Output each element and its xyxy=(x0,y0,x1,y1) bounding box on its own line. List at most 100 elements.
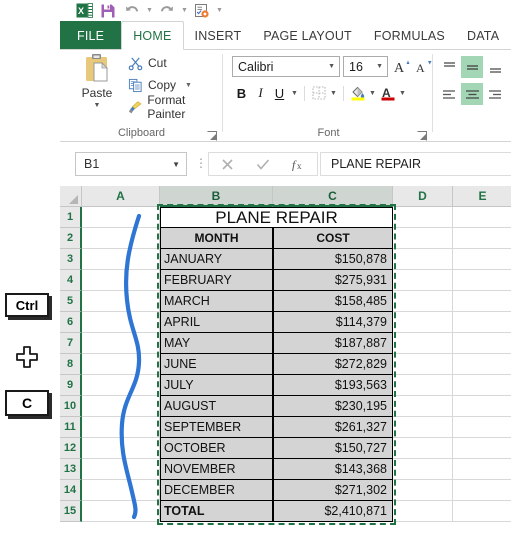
row-header-7[interactable]: 7 xyxy=(60,333,82,354)
column-header-d[interactable]: D xyxy=(393,186,453,207)
cut-button[interactable]: Cut xyxy=(128,53,167,73)
font-size-input[interactable]: 16 ▼ xyxy=(343,56,388,77)
cell-D6[interactable] xyxy=(393,312,453,333)
cell-E2[interactable] xyxy=(453,228,511,249)
cell-D7[interactable] xyxy=(393,333,453,354)
paste-dropdown-icon[interactable]: ▼ xyxy=(94,102,101,109)
cell-A8[interactable] xyxy=(82,354,160,375)
top-align-button[interactable] xyxy=(438,56,460,78)
cell-E7[interactable] xyxy=(453,333,511,354)
cell-E14[interactable] xyxy=(453,480,511,501)
underline-button[interactable]: U xyxy=(270,83,289,103)
cell-cost-may[interactable]: $187,887 xyxy=(273,333,393,354)
tab-file[interactable]: FILE xyxy=(60,21,122,50)
cell-E6[interactable] xyxy=(453,312,511,333)
cell-E15[interactable] xyxy=(453,501,511,522)
column-header-a[interactable]: A xyxy=(82,186,160,207)
insert-function-icon[interactable]: f x xyxy=(285,153,313,175)
cell-A13[interactable] xyxy=(82,459,160,480)
row-header-15[interactable]: 15 xyxy=(60,501,82,522)
font-name-dropdown-icon[interactable]: ▼ xyxy=(328,63,335,70)
cell-month-june[interactable]: JUNE xyxy=(160,354,273,375)
cell-cost-july[interactable]: $193,563 xyxy=(273,375,393,396)
column-header-e[interactable]: E xyxy=(453,186,511,207)
font-color-button[interactable]: A xyxy=(378,83,397,103)
row-header-9[interactable]: 9 xyxy=(60,375,82,396)
cell-D8[interactable] xyxy=(393,354,453,375)
cell-A14[interactable] xyxy=(82,480,160,501)
font-size-dropdown-icon[interactable]: ▼ xyxy=(376,63,383,70)
font-name-input[interactable]: Calibri ▼ xyxy=(232,56,340,77)
cell-E5[interactable] xyxy=(453,291,511,312)
cell-D4[interactable] xyxy=(393,270,453,291)
bold-button[interactable]: B xyxy=(232,83,251,103)
undo-icon[interactable] xyxy=(121,1,143,21)
cell-A7[interactable] xyxy=(82,333,160,354)
cell-cost-december[interactable]: $271,302 xyxy=(273,480,393,501)
tab-page-layout[interactable]: PAGE LAYOUT xyxy=(252,21,363,50)
cell-month-february[interactable]: FEBRUARY xyxy=(160,270,273,291)
cell-month-august[interactable]: AUGUST xyxy=(160,396,273,417)
cell-cost-january[interactable]: $150,878 xyxy=(273,249,393,270)
cell-D9[interactable] xyxy=(393,375,453,396)
row-header-2[interactable]: 2 xyxy=(60,228,82,249)
cell-cost-june[interactable]: $272,829 xyxy=(273,354,393,375)
column-header-c[interactable]: C xyxy=(273,186,393,207)
fill-color-button[interactable] xyxy=(348,83,367,103)
cell-month-march[interactable]: MARCH xyxy=(160,291,273,312)
cell-title-plane-repair[interactable]: PLANE REPAIR xyxy=(160,207,393,228)
cell-month-april[interactable]: APRIL xyxy=(160,312,273,333)
cell-total-label[interactable]: TOTAL xyxy=(160,501,273,522)
cell-E1[interactable] xyxy=(453,207,511,228)
tab-home[interactable]: HOME xyxy=(121,21,184,50)
cell-E13[interactable] xyxy=(453,459,511,480)
cell-A11[interactable] xyxy=(82,417,160,438)
copy-button[interactable]: Copy ▼ xyxy=(128,75,192,95)
cell-D12[interactable] xyxy=(393,438,453,459)
cell-D5[interactable] xyxy=(393,291,453,312)
cell-A10[interactable] xyxy=(82,396,160,417)
tab-formulas[interactable]: FORMULAS xyxy=(363,21,456,50)
cell-A4[interactable] xyxy=(82,270,160,291)
cell-cost-october[interactable]: $150,727 xyxy=(273,438,393,459)
cell-cost-february[interactable]: $275,931 xyxy=(273,270,393,291)
cancel-icon[interactable] xyxy=(213,153,241,175)
tab-insert[interactable]: INSERT xyxy=(184,21,253,50)
cell-A6[interactable] xyxy=(82,312,160,333)
name-box-dropdown-icon[interactable]: ▼ xyxy=(172,160,180,169)
redo-dropdown-icon[interactable]: ▼ xyxy=(180,1,189,21)
row-header-3[interactable]: 3 xyxy=(60,249,82,270)
cell-D15[interactable] xyxy=(393,501,453,522)
redo-icon[interactable] xyxy=(156,1,178,21)
row-header-12[interactable]: 12 xyxy=(60,438,82,459)
cell-A15[interactable] xyxy=(82,501,160,522)
cell-cost-august[interactable]: $230,195 xyxy=(273,396,393,417)
row-header-10[interactable]: 10 xyxy=(60,396,82,417)
center-align-button[interactable] xyxy=(461,83,483,105)
cell-D1[interactable] xyxy=(393,207,453,228)
cell-cost-april[interactable]: $114,379 xyxy=(273,312,393,333)
cell-D2[interactable] xyxy=(393,228,453,249)
font-dialog-launcher[interactable] xyxy=(417,128,427,141)
copy-dropdown-icon[interactable]: ▼ xyxy=(185,82,192,89)
cell-A12[interactable] xyxy=(82,438,160,459)
cell-month-july[interactable]: JULY xyxy=(160,375,273,396)
row-header-6[interactable]: 6 xyxy=(60,312,82,333)
fill-color-dropdown-icon[interactable]: ▼ xyxy=(367,83,378,103)
row-header-1[interactable]: 1 xyxy=(60,207,82,228)
clipboard-dialog-launcher[interactable] xyxy=(207,128,217,141)
borders-dropdown-icon[interactable]: ▼ xyxy=(328,83,339,103)
cell-E8[interactable] xyxy=(453,354,511,375)
cell-cost-march[interactable]: $158,485 xyxy=(273,291,393,312)
cell-D14[interactable] xyxy=(393,480,453,501)
formula-bar-grip[interactable]: ⋮ xyxy=(195,156,207,170)
cell-D13[interactable] xyxy=(393,459,453,480)
save-icon[interactable] xyxy=(97,1,119,21)
row-header-11[interactable]: 11 xyxy=(60,417,82,438)
name-box[interactable]: B1 ▼ xyxy=(75,152,187,176)
paste-button[interactable]: Paste ▼ xyxy=(72,52,122,120)
cell-month-october[interactable]: OCTOBER xyxy=(160,438,273,459)
cell-D10[interactable] xyxy=(393,396,453,417)
cell-E11[interactable] xyxy=(453,417,511,438)
increase-font-size-button[interactable]: A xyxy=(392,56,413,77)
